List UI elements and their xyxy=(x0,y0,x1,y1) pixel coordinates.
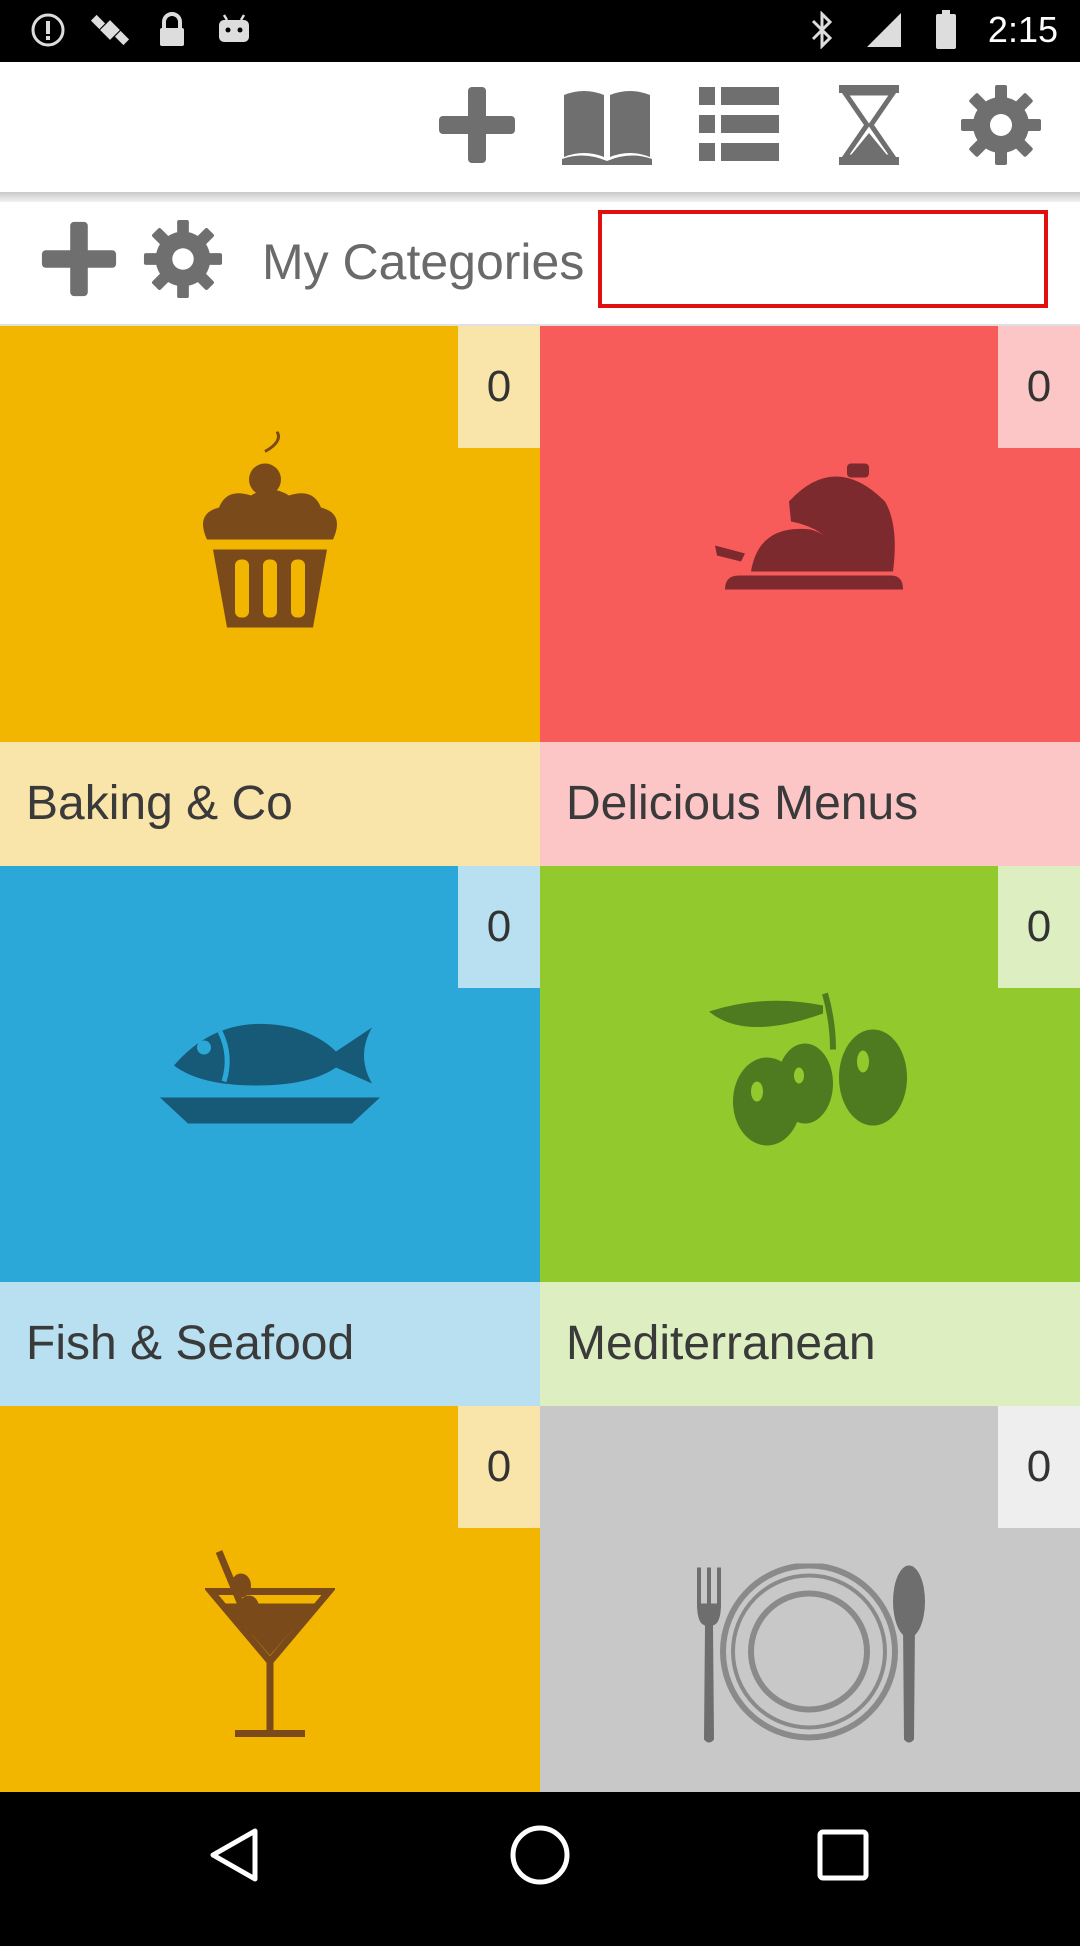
book-icon xyxy=(560,85,654,170)
home-icon xyxy=(508,1823,572,1892)
status-bar: 2:15 xyxy=(0,0,1080,62)
recipe-count: 0 xyxy=(998,326,1080,448)
category-bar: My Categories xyxy=(0,202,1080,326)
category-label: Baking & Co xyxy=(0,742,540,866)
home-button[interactable] xyxy=(505,1822,575,1892)
bluetooth-icon xyxy=(802,10,842,50)
clock-time: 2:15 xyxy=(987,9,1058,50)
category-label: Delicious Menus xyxy=(540,742,1080,866)
gear-icon xyxy=(142,218,224,305)
recipes-book-button[interactable] xyxy=(562,84,652,170)
add-recipe-button[interactable] xyxy=(432,84,522,170)
recipe-count: 0 xyxy=(458,326,540,448)
timer-button[interactable] xyxy=(824,84,914,170)
list-icon xyxy=(697,85,781,170)
lock-icon xyxy=(152,10,192,50)
recipe-count: 0 xyxy=(458,1406,540,1528)
battery-icon xyxy=(926,10,966,50)
page-title: My Categories xyxy=(262,234,585,290)
signal-icon xyxy=(864,10,904,50)
toolbar-shadow xyxy=(0,192,1080,202)
back-button[interactable] xyxy=(200,1822,270,1892)
category-tile-fish-seafood[interactable]: 0 Fish & Seafood xyxy=(0,866,540,1406)
category-tile-mediterranean[interactable]: 0 Mediterranean xyxy=(540,866,1080,1406)
category-label: Fish & Seafood xyxy=(0,1282,540,1406)
category-tile-delicious-menus[interactable]: 0 Delicious Menus xyxy=(540,326,1080,866)
navigation-bar xyxy=(0,1792,1080,1920)
settings-button[interactable] xyxy=(956,84,1046,170)
recipe-count: 0 xyxy=(998,1406,1080,1528)
cloche-icon xyxy=(715,462,905,607)
android-icon xyxy=(214,10,254,50)
back-icon xyxy=(205,1825,265,1890)
top-toolbar xyxy=(0,62,1080,202)
add-icon xyxy=(435,83,519,172)
plate-cutlery-icon xyxy=(695,1562,925,1748)
recents-button[interactable] xyxy=(808,1822,878,1892)
category-settings-button[interactable] xyxy=(138,218,228,304)
category-tile-baking[interactable]: 0 Baking & Co xyxy=(0,326,540,866)
recipe-count: 0 xyxy=(458,866,540,988)
alert-icon xyxy=(28,10,68,50)
cocktail-icon xyxy=(203,1550,337,1745)
add-icon xyxy=(38,218,120,305)
gear-icon xyxy=(959,83,1043,172)
olive-icon xyxy=(705,992,915,1157)
search-input[interactable] xyxy=(598,210,1048,308)
recents-icon xyxy=(815,1827,871,1888)
hourglass-icon xyxy=(837,83,901,172)
fish-icon xyxy=(160,1012,380,1137)
cupcake-icon xyxy=(195,430,345,637)
category-label: Mediterranean xyxy=(540,1282,1080,1406)
shopping-list-button[interactable] xyxy=(694,84,784,170)
fake-gps-icon xyxy=(90,10,130,50)
add-category-button[interactable] xyxy=(34,218,124,304)
recipe-count: 0 xyxy=(998,866,1080,988)
